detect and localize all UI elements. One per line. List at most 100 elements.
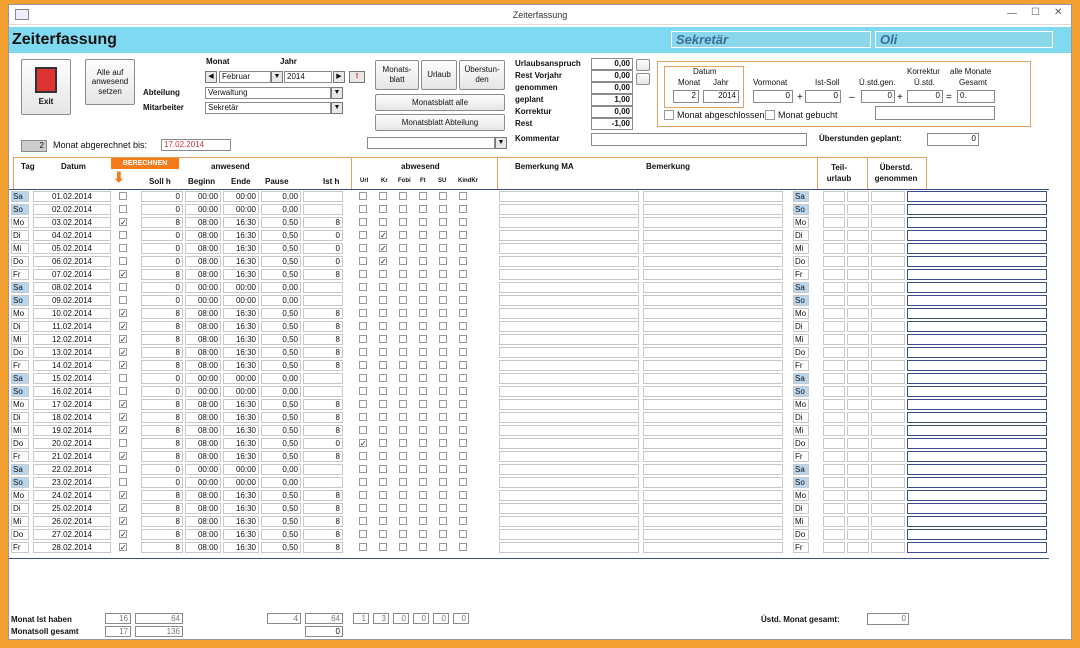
table-row[interactable]: Di 11.02.2014 ✓ 8 08:00 16:30 0,50 8 Di bbox=[9, 320, 1049, 333]
row-abwesend-checkbox[interactable] bbox=[459, 309, 467, 317]
row-abwesend-checkbox[interactable] bbox=[379, 439, 387, 447]
row-bemerkung[interactable] bbox=[643, 542, 783, 553]
row-datum[interactable]: 02.02.2014 bbox=[33, 204, 111, 215]
row-ueberstd[interactable] bbox=[871, 334, 905, 345]
row-abwesend-checkbox[interactable] bbox=[439, 413, 447, 421]
row-bemerkung-ma[interactable] bbox=[499, 490, 639, 501]
row-ueberstd[interactable] bbox=[871, 256, 905, 267]
row-abwesend-checkbox[interactable] bbox=[359, 543, 367, 551]
abgeschlossen-checkbox[interactable] bbox=[664, 110, 674, 120]
row-ist[interactable]: 8 bbox=[303, 542, 343, 553]
row-beginn[interactable]: 08:00 bbox=[185, 243, 221, 254]
row-abwesend-checkbox[interactable] bbox=[379, 348, 387, 356]
row-teilurlaub[interactable] bbox=[823, 490, 845, 501]
row-abwesend-checkbox[interactable] bbox=[419, 465, 427, 473]
minimize-icon[interactable]: — bbox=[1007, 8, 1017, 19]
row-abwesend-checkbox[interactable] bbox=[459, 335, 467, 343]
row-extra[interactable] bbox=[907, 269, 1047, 280]
row-abwesend-checkbox[interactable] bbox=[379, 517, 387, 525]
row-abwesend-checkbox[interactable] bbox=[439, 231, 447, 239]
row-datum[interactable]: 22.02.2014 bbox=[33, 464, 111, 475]
row-abwesend-checkbox[interactable] bbox=[359, 257, 367, 265]
row-anwesend-checkbox[interactable]: ✓ bbox=[119, 543, 127, 552]
row-anwesend-checkbox[interactable] bbox=[119, 296, 127, 304]
row-abwesend-checkbox[interactable] bbox=[399, 361, 407, 369]
row-abwesend-checkbox[interactable] bbox=[439, 335, 447, 343]
row-abwesend-checkbox[interactable] bbox=[399, 426, 407, 434]
row-abwesend-checkbox[interactable] bbox=[459, 400, 467, 408]
row-ende[interactable]: 00:00 bbox=[223, 295, 259, 306]
row-pause[interactable]: 0,50 bbox=[261, 230, 301, 241]
row-pause[interactable]: 0,50 bbox=[261, 269, 301, 280]
row-ende[interactable]: 00:00 bbox=[223, 373, 259, 384]
row-bemerkung[interactable] bbox=[643, 347, 783, 358]
row-abwesend-checkbox[interactable] bbox=[399, 439, 407, 447]
row-abwesend-checkbox[interactable] bbox=[419, 400, 427, 408]
row-abwesend-checkbox[interactable] bbox=[399, 387, 407, 395]
row-abwesend-checkbox[interactable] bbox=[379, 374, 387, 382]
mitarbeiter-dropdown-icon[interactable]: ▼ bbox=[331, 102, 343, 114]
row-teilurlaub-2[interactable] bbox=[847, 230, 869, 241]
row-abwesend-checkbox[interactable] bbox=[359, 478, 367, 486]
row-abwesend-checkbox[interactable] bbox=[459, 192, 467, 200]
row-bemerkung[interactable] bbox=[643, 373, 783, 384]
row-anwesend-checkbox[interactable]: ✓ bbox=[119, 517, 127, 526]
row-extra[interactable] bbox=[907, 464, 1047, 475]
row-ist[interactable]: 0 bbox=[303, 256, 343, 267]
row-ist[interactable] bbox=[303, 373, 343, 384]
row-abwesend-checkbox[interactable] bbox=[419, 283, 427, 291]
kommentar-input[interactable] bbox=[591, 133, 807, 146]
row-abwesend-checkbox[interactable] bbox=[359, 244, 367, 252]
row-bemerkung-ma[interactable] bbox=[499, 191, 639, 202]
row-soll[interactable]: 0 bbox=[141, 204, 183, 215]
row-teilurlaub-2[interactable] bbox=[847, 451, 869, 462]
row-abwesend-checkbox[interactable] bbox=[359, 426, 367, 434]
row-abwesend-checkbox[interactable] bbox=[399, 348, 407, 356]
row-teilurlaub[interactable] bbox=[823, 230, 845, 241]
row-abwesend-checkbox[interactable] bbox=[379, 530, 387, 538]
row-ende[interactable]: 00:00 bbox=[223, 386, 259, 397]
row-abwesend-checkbox[interactable] bbox=[359, 413, 367, 421]
row-anwesend-checkbox[interactable] bbox=[119, 387, 127, 395]
row-datum[interactable]: 21.02.2014 bbox=[33, 451, 111, 462]
row-abwesend-checkbox[interactable] bbox=[419, 491, 427, 499]
row-ende[interactable]: 16:30 bbox=[223, 321, 259, 332]
row-extra[interactable] bbox=[907, 542, 1047, 553]
row-anwesend-checkbox[interactable] bbox=[119, 465, 127, 473]
row-anwesend-checkbox[interactable]: ✓ bbox=[119, 400, 127, 409]
row-anwesend-checkbox[interactable] bbox=[119, 192, 127, 200]
row-abwesend-checkbox[interactable] bbox=[439, 374, 447, 382]
row-abwesend-checkbox[interactable] bbox=[379, 543, 387, 551]
table-row[interactable]: Mi 19.02.2014 ✓ 8 08:00 16:30 0,50 8 Mi bbox=[9, 424, 1049, 437]
row-teilurlaub[interactable] bbox=[823, 464, 845, 475]
row-abwesend-checkbox[interactable] bbox=[359, 530, 367, 538]
row-extra[interactable] bbox=[907, 451, 1047, 462]
row-ueberstd[interactable] bbox=[871, 308, 905, 319]
row-soll[interactable]: 8 bbox=[141, 542, 183, 553]
extra-dropdown-icon[interactable]: ▼ bbox=[495, 137, 507, 149]
row-abwesend-checkbox[interactable] bbox=[399, 452, 407, 460]
row-abwesend-checkbox[interactable] bbox=[459, 491, 467, 499]
row-abwesend-checkbox[interactable] bbox=[379, 478, 387, 486]
row-ist[interactable]: 8 bbox=[303, 321, 343, 332]
row-anwesend-checkbox[interactable] bbox=[119, 439, 127, 447]
row-ende[interactable]: 00:00 bbox=[223, 204, 259, 215]
table-row[interactable]: Sa 01.02.2014 0 00:00 00:00 0,00 Sa bbox=[9, 190, 1049, 203]
table-row[interactable]: Mo 24.02.2014 ✓ 8 08:00 16:30 0,50 8 Mo bbox=[9, 489, 1049, 502]
row-soll[interactable]: 0 bbox=[141, 191, 183, 202]
row-abwesend-checkbox[interactable] bbox=[439, 218, 447, 226]
row-anwesend-checkbox[interactable]: ✓ bbox=[119, 348, 127, 357]
row-abwesend-checkbox[interactable] bbox=[379, 491, 387, 499]
row-teilurlaub[interactable] bbox=[823, 269, 845, 280]
row-teilurlaub-2[interactable] bbox=[847, 425, 869, 436]
row-datum[interactable]: 10.02.2014 bbox=[33, 308, 111, 319]
row-pause[interactable]: 0,00 bbox=[261, 373, 301, 384]
row-datum[interactable]: 13.02.2014 bbox=[33, 347, 111, 358]
row-ende[interactable]: 16:30 bbox=[223, 438, 259, 449]
row-abwesend-checkbox[interactable] bbox=[459, 439, 467, 447]
row-bemerkung-ma[interactable] bbox=[499, 412, 639, 423]
table-row[interactable]: Do 13.02.2014 ✓ 8 08:00 16:30 0,50 8 Do bbox=[9, 346, 1049, 359]
row-beginn[interactable]: 08:00 bbox=[185, 503, 221, 514]
row-beginn[interactable]: 08:00 bbox=[185, 399, 221, 410]
row-pause[interactable]: 0,50 bbox=[261, 347, 301, 358]
